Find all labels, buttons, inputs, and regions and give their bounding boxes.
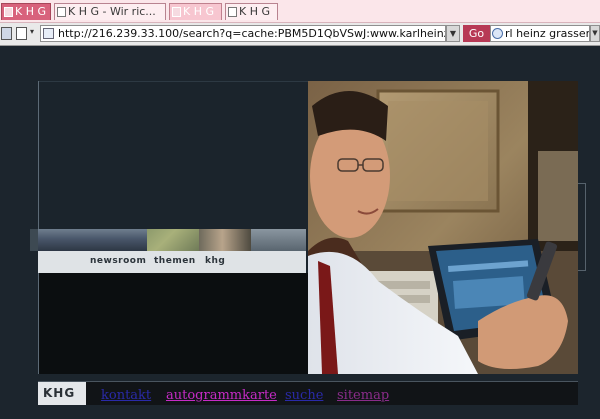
thumbnail-themen[interactable] [147,229,199,251]
search-dropdown-icon[interactable]: ▼ [590,25,600,42]
tab-strip: K H G K H G - Wir ric... K H G K H G [0,0,600,23]
bookmarks-icon[interactable] [1,27,12,40]
search-engine-icon [492,28,503,39]
footer-bar: KHG kontakt autogrammkarte suche sitemap [38,381,578,405]
address-bar[interactable]: http://216.239.33.100/search?q=cache:PBM… [40,25,446,42]
chevron-down-icon[interactable]: ▾ [30,27,34,36]
logo-text: KHG [43,386,76,400]
address-dropdown-icon[interactable]: ▼ [446,25,460,42]
search-input[interactable]: rl heinz grasser [490,25,590,42]
tab-label: K H G - Wir ric... [68,5,156,18]
search-input-text: rl heinz grasser [505,27,590,40]
tab-khg-4[interactable]: K H G [225,3,278,20]
frame-border-right [578,183,586,271]
footer-link-kontakt[interactable]: kontakt [101,388,151,403]
menu-item-themen[interactable]: themen [154,256,196,266]
tab-khg-wir[interactable]: K H G - Wir ric... [54,3,166,20]
tab-label: K H G [239,5,271,18]
thumbnail-extra [251,229,306,251]
page-icon [228,7,237,17]
page-icon [172,7,181,17]
navigation-bar: ▾ http://216.239.33.100/search?q=cache:P… [0,23,600,46]
footer-link-sitemap[interactable]: sitemap [337,388,389,403]
thumbnail-khg[interactable] [199,229,251,251]
thumbnail-newsroom[interactable] [38,229,147,251]
menu-item-khg[interactable]: khg [205,256,225,266]
new-page-icon[interactable] [16,27,27,40]
thumbnail-strip [30,229,306,251]
hero-photo [308,81,578,374]
footer-link-suche[interactable]: suche [285,388,323,403]
site-icon [43,28,54,39]
khg-logo[interactable]: KHG [38,382,86,405]
main-menu: newsroom themen khg [38,251,306,273]
page-icon [4,7,13,17]
footer-link-autogrammkarte[interactable]: autogrammkarte [166,388,277,403]
tab-label: K H G [15,5,47,18]
left-panel-top [39,82,308,229]
left-panel-bottom [39,273,308,374]
hero-photo-illustration [308,81,578,374]
tab-label: K H G [183,5,215,18]
tab-khg-3[interactable]: K H G [169,3,222,20]
page-icon [57,7,66,17]
tab-khg-1[interactable]: K H G [1,3,51,20]
address-bar-text: http://216.239.33.100/search?q=cache:PBM… [58,27,446,40]
go-button[interactable]: Go [463,25,490,42]
menu-item-newsroom[interactable]: newsroom [90,256,146,266]
